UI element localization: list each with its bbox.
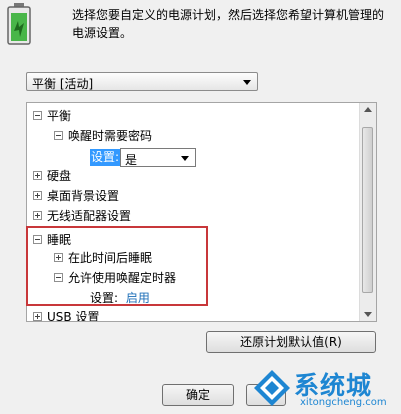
tree-item-hard-disk[interactable]: 硬盘 [33, 167, 71, 185]
sleep-highlight-box [26, 226, 208, 306]
vertical-scrollbar[interactable] [359, 103, 376, 321]
tree-item-usb[interactable]: USB 设置 [33, 308, 100, 322]
chevron-down-icon [243, 80, 251, 85]
collapse-icon[interactable] [33, 111, 42, 120]
password-value-select[interactable]: 是 [120, 148, 196, 167]
chevron-down-icon [181, 156, 189, 161]
collapse-icon[interactable] [54, 131, 63, 140]
tree-item-label: 唤醒时需要密码 [68, 129, 153, 143]
tree-item-balanced[interactable]: 平衡 [33, 107, 71, 125]
setting-label: 设置: [90, 149, 121, 166]
watermark: 系统城 xitongcheng.com [248, 364, 398, 412]
expand-icon[interactable] [33, 191, 42, 200]
tree-item-desktop-background[interactable]: 桌面背景设置 [33, 187, 119, 205]
plan-select-value: 平衡 [活动] [32, 77, 94, 91]
scroll-down-icon[interactable] [364, 312, 372, 317]
battery-icon [7, 3, 31, 45]
password-value: 是 [125, 153, 138, 167]
expand-icon[interactable] [33, 211, 42, 220]
restore-defaults-button[interactable]: 还原计划默认值(R) [206, 331, 376, 353]
expand-icon[interactable] [33, 312, 42, 321]
watermark-url: xitongcheng.com [300, 397, 387, 408]
tree-item-label: 桌面背景设置 [47, 189, 120, 203]
tree-item-wake-password[interactable]: 唤醒时需要密码 [54, 127, 152, 145]
brand-logo-icon [254, 370, 290, 406]
tree-item-label: 无线适配器设置 [47, 209, 132, 223]
ok-button[interactable]: 确定 [162, 384, 234, 406]
tree-item-label: 硬盘 [47, 169, 72, 183]
expand-icon[interactable] [33, 171, 42, 180]
intro-text: 选择您要自定义的电源计划，然后选择您希望计算机管理的电源设置。 [72, 8, 385, 40]
plan-select[interactable]: 平衡 [活动] [26, 72, 258, 91]
tree-item-wireless-adapter[interactable]: 无线适配器设置 [33, 207, 131, 225]
tree-item-label: 平衡 [47, 109, 72, 123]
scroll-up-icon[interactable] [364, 107, 372, 112]
tree-item-label: USB 设置 [47, 310, 100, 322]
scrollbar-thumb[interactable] [362, 127, 373, 293]
